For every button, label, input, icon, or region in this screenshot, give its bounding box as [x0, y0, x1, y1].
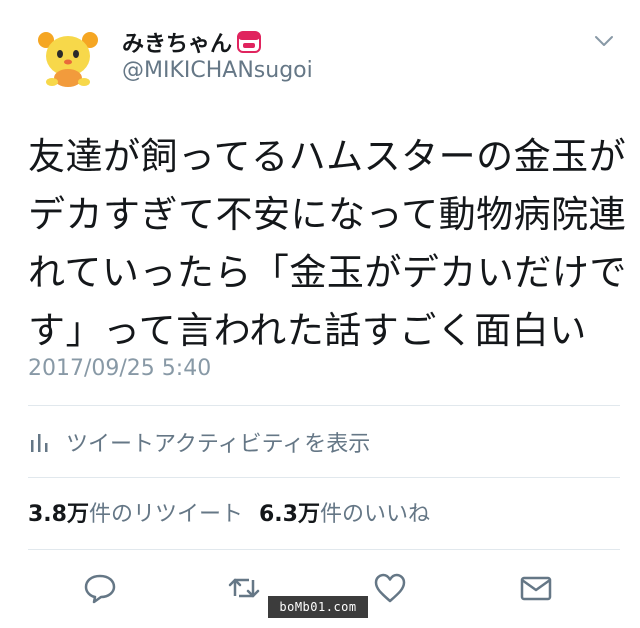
like-count[interactable]: 6.3万: [259, 496, 320, 528]
red-box-emoji-icon: [237, 31, 262, 53]
tweet-text: 友達が飼ってるハムスターの金玉が デカすぎて不安になって動物病院連 れていったら…: [28, 128, 627, 360]
tweet-text-line: す」って言われた話すごく面白い: [28, 309, 587, 352]
tweet-timestamp: 2017/09/25 5:40: [28, 356, 212, 381]
tweet-text-line: デカすぎて不安になって動物病院連: [28, 193, 627, 236]
avatar[interactable]: [36, 28, 100, 88]
chevron-down-icon[interactable]: [592, 32, 616, 50]
reply-icon[interactable]: [82, 570, 118, 606]
display-name-row: みきちゃん: [122, 26, 262, 58]
retweet-count[interactable]: 3.8万: [28, 496, 89, 528]
watermark: boMb01.com: [268, 596, 368, 618]
user-handle[interactable]: @MIKICHANsugoi: [122, 58, 313, 83]
retweet-icon[interactable]: [226, 570, 262, 606]
divider: [28, 477, 620, 478]
tweet-text-line: れていったら「金玉がデカいだけで: [28, 251, 627, 294]
tweet-text-line: 友達が飼ってるハムスターの金玉が: [28, 135, 627, 178]
engagement-stats: 3.8万 件のリツイート 6.3万 件のいいね: [28, 496, 446, 528]
retweet-label[interactable]: 件のリツイート: [89, 496, 243, 528]
tweet-activity-label: ツイートアクティビティを表示: [66, 432, 371, 457]
divider: [28, 549, 620, 550]
bar-chart-icon: [31, 434, 48, 452]
tweet-header: みきちゃん @MIKICHANsugoi: [0, 0, 640, 110]
display-name[interactable]: みきちゃん: [122, 26, 232, 58]
envelope-icon[interactable]: [518, 570, 554, 606]
tweet-activity-link[interactable]: ツイートアクティビティを表示: [28, 424, 370, 460]
divider: [28, 405, 620, 406]
heart-icon[interactable]: [372, 570, 408, 606]
like-label[interactable]: 件のいいね: [320, 496, 430, 528]
